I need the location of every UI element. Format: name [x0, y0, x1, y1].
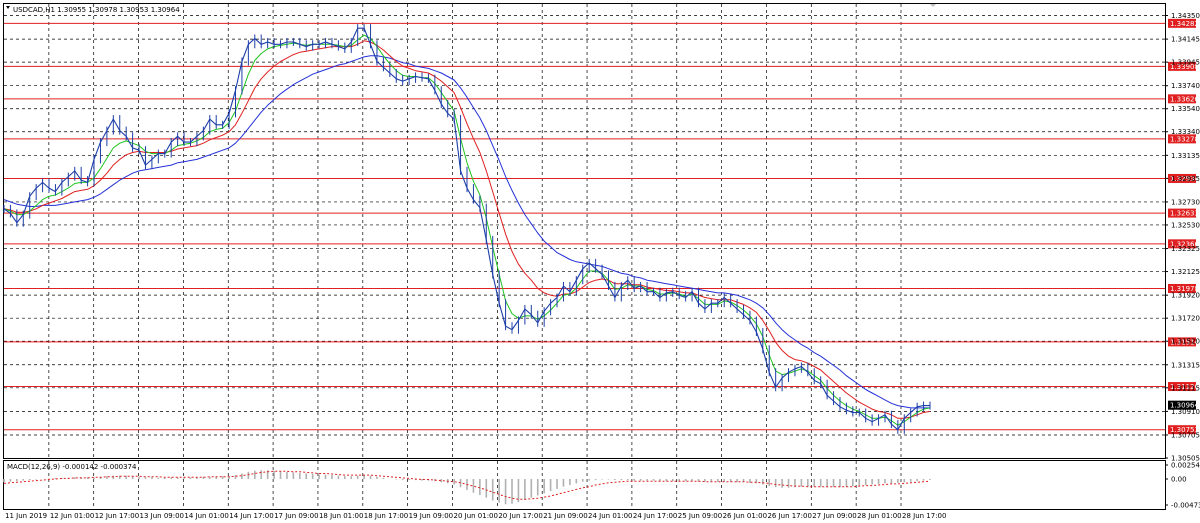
- time-tick-label: 18 Jun 17:00: [364, 512, 408, 520]
- time-tick-label: 26 Jun 17:00: [767, 512, 811, 520]
- time-tick-label: 24 Jun 17:00: [633, 512, 677, 520]
- symbol-header: USDCAD,H1 1.30955 1.30978 1.30953 1.3096…: [13, 6, 180, 14]
- time-tick-label: 28 Jun 01:00: [857, 512, 901, 520]
- price-tick-label: 1.34145: [1171, 36, 1200, 44]
- price-tick-label: 1.30910: [1171, 408, 1200, 416]
- price-tick-label: 1.33540: [1171, 105, 1200, 113]
- macd-tick-label: 0.00: [1171, 475, 1187, 483]
- time-tick-label: 20 Jun 17:00: [498, 512, 542, 520]
- time-tick-label: 11 Jun 2019: [5, 512, 47, 520]
- price-tick-label: 1.32125: [1171, 268, 1200, 276]
- chart-background: [0, 0, 1200, 523]
- price-tick-label: 1.31520: [1171, 338, 1200, 346]
- macd-tick-label: -0.004731: [1171, 502, 1200, 510]
- price-tick-label: 1.32530: [1171, 221, 1200, 229]
- price-tick-label: 1.31720: [1171, 315, 1200, 323]
- price-tick-label: 1.30705: [1171, 431, 1200, 439]
- price-tick-label: 1.33945: [1171, 59, 1200, 67]
- level-label: 1.34282: [1170, 20, 1199, 28]
- time-tick-label: 19 Jun 09:00: [409, 512, 453, 520]
- price-tick-label: 1.31115: [1171, 384, 1200, 392]
- level-label: 1.32633: [1170, 210, 1199, 218]
- price-tick-label: 1.33340: [1171, 128, 1200, 136]
- level-label: 1.33278: [1170, 135, 1199, 143]
- time-tick-label: 27 Jun 09:00: [812, 512, 856, 520]
- time-tick-label: 12 Jun 17:00: [95, 512, 139, 520]
- macd-tick-label: 0.002541: [1171, 462, 1200, 470]
- time-tick-label: 26 Jun 01:00: [723, 512, 767, 520]
- time-tick-label: 24 Jun 01:00: [588, 512, 632, 520]
- price-tick-label: 1.32730: [1171, 198, 1200, 206]
- price-tick-label: 1.31920: [1171, 292, 1200, 300]
- price-tick-label: 1.32325: [1171, 245, 1200, 253]
- level-label: 1.33626: [1170, 95, 1199, 103]
- time-tick-label: 12 Jun 01:00: [50, 512, 94, 520]
- price-tick-label: 1.33135: [1171, 152, 1200, 160]
- time-tick-label: 25 Jun 09:00: [678, 512, 722, 520]
- time-tick-label: 17 Jun 09:00: [274, 512, 318, 520]
- price-tick-label: 1.33740: [1171, 82, 1200, 90]
- time-tick-label: 18 Jun 01:00: [319, 512, 363, 520]
- price-tick-label: 1.34350: [1171, 12, 1200, 20]
- time-tick-label: 28 Jun 17:00: [902, 512, 946, 520]
- time-tick-label: 14 Jun 01:00: [184, 512, 228, 520]
- chart-canvas[interactable]: 1.342821.339081.336261.332781.329341.326…: [0, 0, 1200, 523]
- time-axis: 11 Jun 2019 12 Jun 01:00 12 Jun 17:00 13 Ju…: [5, 512, 946, 520]
- time-tick-label: 21 Jun 09:00: [543, 512, 587, 520]
- price-tick-label: 1.32935: [1171, 175, 1200, 183]
- price-tick-label: 1.31315: [1171, 361, 1200, 369]
- macd-header: MACD(12,26,9) -0.000142 -0.000374: [7, 463, 137, 471]
- time-tick-label: 20 Jun 01:00: [454, 512, 498, 520]
- time-tick-label: 13 Jun 09:00: [140, 512, 184, 520]
- time-tick-label: 14 Jun 17:00: [229, 512, 273, 520]
